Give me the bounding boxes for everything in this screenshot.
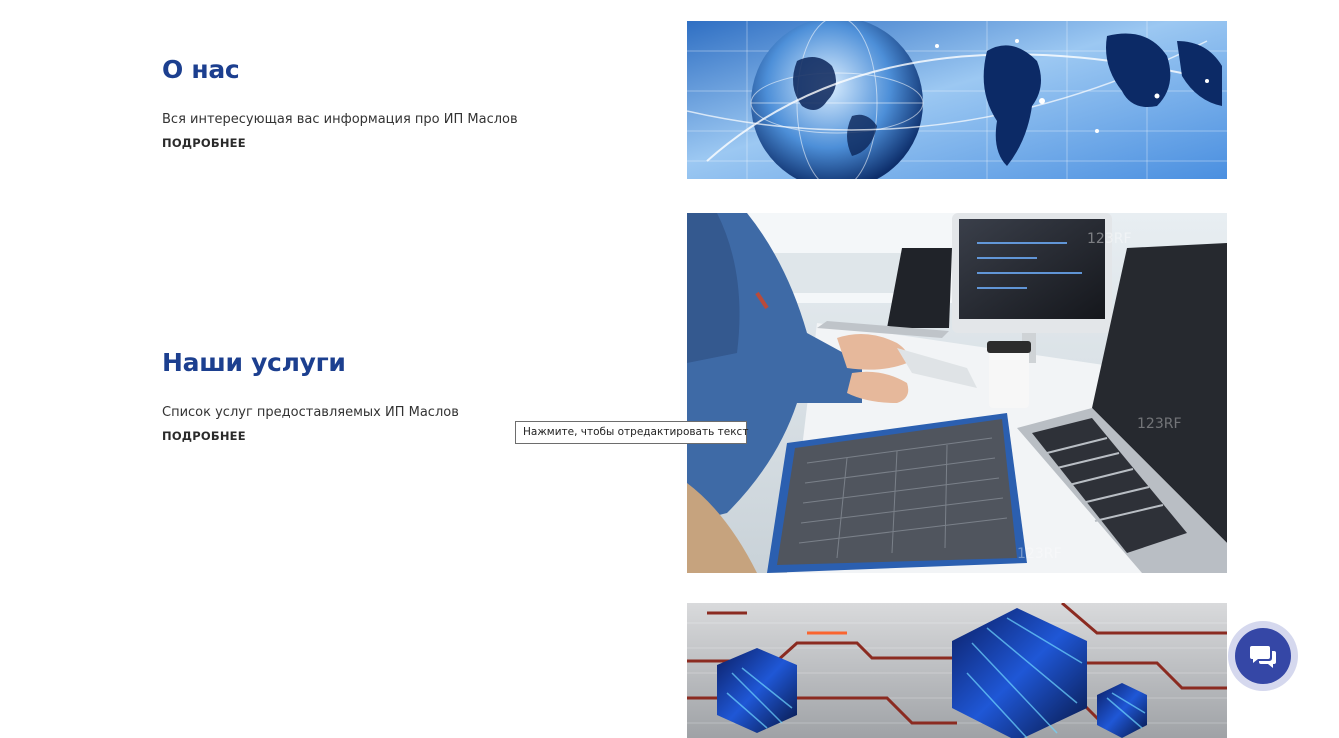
more-link-services[interactable]: ПОДРОБНЕЕ bbox=[162, 429, 246, 443]
section-title-services: Наши услуги bbox=[162, 348, 346, 377]
svg-text:123RF: 123RF bbox=[1137, 416, 1182, 432]
section-title-about: О нас bbox=[162, 55, 240, 84]
globe-network-image bbox=[687, 21, 1227, 179]
developer-laptops-image: 123RF 123RF 123RF bbox=[687, 213, 1227, 573]
hexagon-circuit-image bbox=[687, 603, 1227, 738]
chat-button-inner bbox=[1235, 628, 1291, 684]
more-link-about[interactable]: ПОДРОБНЕЕ bbox=[162, 136, 246, 150]
chat-bubbles-icon bbox=[1250, 646, 1276, 668]
section-description-about: Вся интересующая вас информация про ИП М… bbox=[162, 112, 518, 127]
svg-text:123RF: 123RF bbox=[1087, 231, 1132, 247]
svg-text:123RF: 123RF bbox=[1017, 546, 1062, 562]
section-description-services: Список услуг предоставляемых ИП Маслов bbox=[162, 405, 459, 420]
page: О нас Вся интересующая вас информация пр… bbox=[0, 0, 1339, 738]
chat-widget-button[interactable] bbox=[1228, 621, 1298, 691]
edit-text-tooltip: Нажмите, чтобы отредактировать текст bbox=[515, 421, 748, 444]
